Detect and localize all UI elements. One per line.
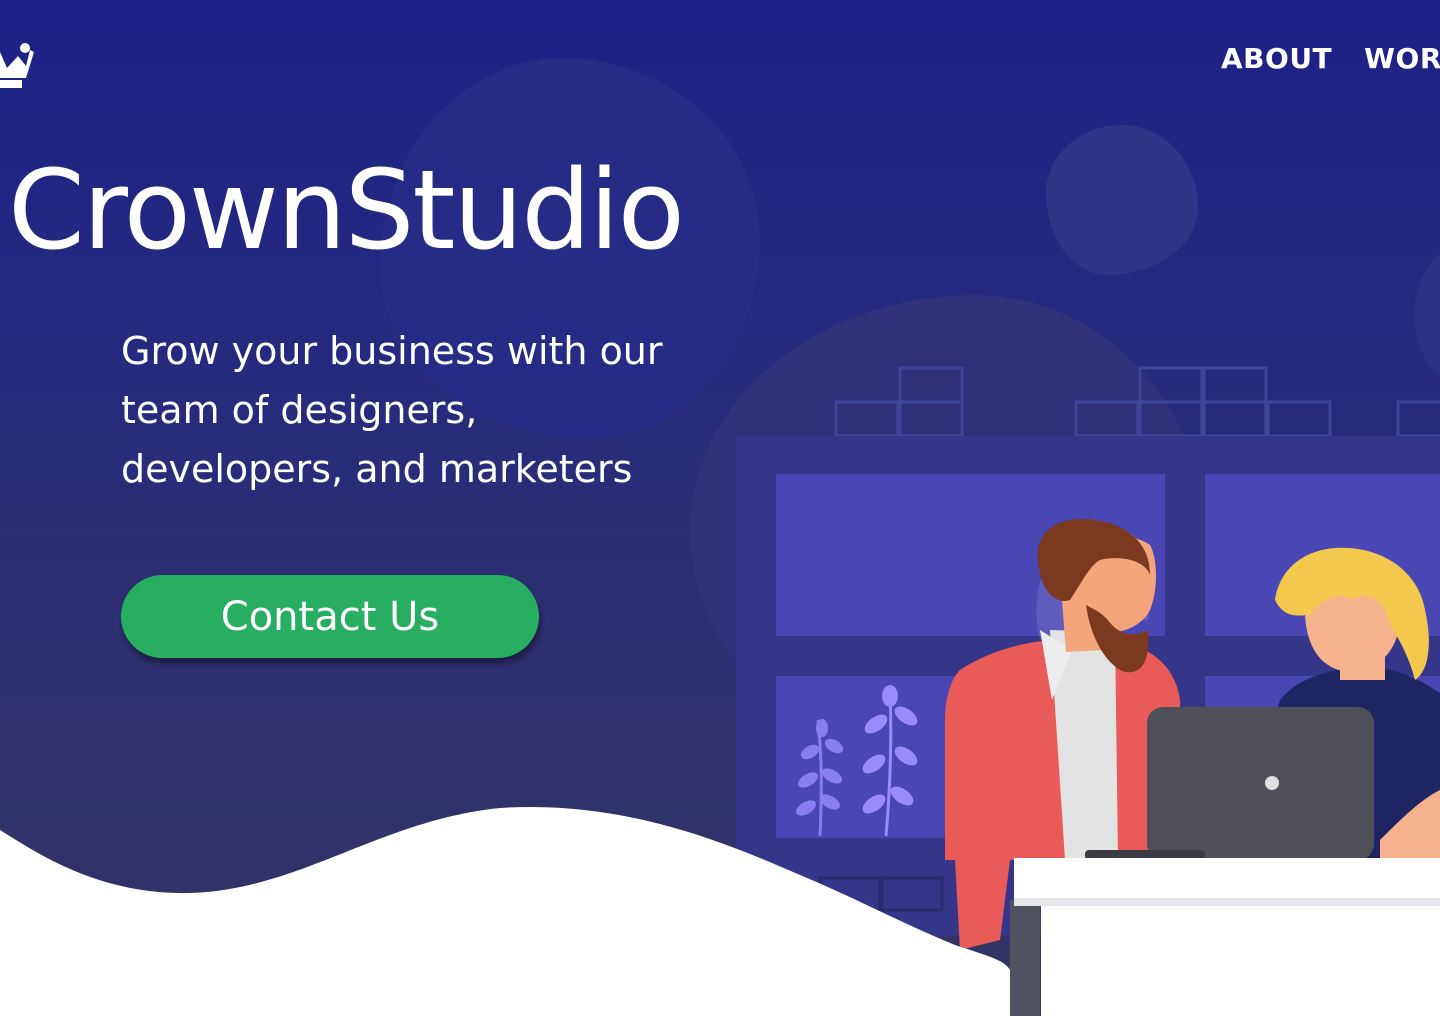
desk (1014, 858, 1440, 900)
hero-tagline: Grow your business with our team of desi… (121, 329, 663, 491)
contact-us-button[interactable]: Contact Us (121, 575, 539, 658)
nav-link-about[interactable]: ABOUT (1221, 42, 1332, 75)
page-title: CrownStudio (8, 146, 685, 274)
shelf-boxes (834, 366, 1440, 438)
main-nav: ABOUT WORK (1221, 42, 1440, 75)
nav-link-work[interactable]: WORK (1364, 42, 1440, 75)
crown-icon[interactable] (0, 40, 34, 90)
laptop-icon (1147, 707, 1374, 860)
hero-section: ABOUT WORK CrownStudio Grow your busines… (0, 0, 1440, 1016)
